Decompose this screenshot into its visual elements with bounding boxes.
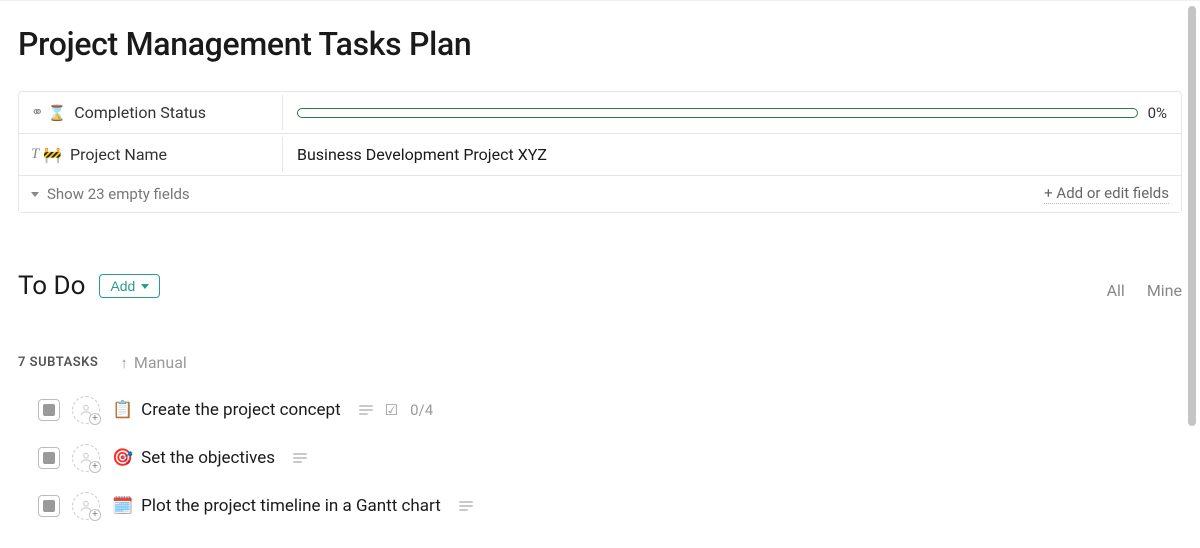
checkbox[interactable]: [38, 495, 60, 517]
progress-bar: [297, 108, 1138, 118]
assignee-placeholder[interactable]: +: [72, 396, 100, 424]
add-or-edit-fields[interactable]: + Add or edit fields: [1044, 184, 1169, 204]
property-value-project-name[interactable]: Business Development Project XYZ: [283, 137, 1181, 172]
chevron-down-icon: [141, 284, 149, 289]
description-icon: [293, 453, 307, 463]
subtasks-count: 7 SUBTASKS: [18, 355, 98, 370]
calendar-icon: 🗓️: [112, 496, 133, 516]
task-label: 🎯 Set the objectives: [112, 448, 275, 468]
task-row[interactable]: + 🗓️ Plot the project timeline in a Gant…: [18, 492, 1182, 520]
filter-mine[interactable]: Mine: [1147, 281, 1182, 300]
description-icon: [459, 501, 473, 511]
properties-footer: Show 23 empty fields + Add or edit field…: [19, 176, 1181, 212]
description-icon: [359, 405, 373, 415]
task-row[interactable]: + 📋 Create the project concept ☑ 0/4: [18, 396, 1182, 424]
task-row[interactable]: + 🎯 Set the objectives: [18, 444, 1182, 472]
assignee-placeholder[interactable]: +: [72, 444, 100, 472]
checkbox[interactable]: [38, 447, 60, 469]
property-row-completion: ⚭ ⌛ Completion Status 0%: [19, 92, 1181, 134]
plus-icon: +: [89, 509, 101, 521]
project-name-text: Business Development Project XYZ: [297, 145, 547, 164]
show-empty-fields-toggle[interactable]: Show 23 empty fields: [31, 185, 190, 203]
rollup-field-icon: ⚭: [31, 103, 44, 122]
property-row-project-name: T 🚧 Project Name Business Development Pr…: [19, 134, 1181, 176]
hourglass-icon: ⌛: [48, 104, 67, 122]
construction-icon: 🚧: [43, 146, 62, 164]
page-title: Project Management Tasks Plan: [18, 25, 1182, 63]
checklist-icon: ☑: [385, 401, 398, 419]
progress-percent: 0%: [1148, 104, 1167, 122]
property-label: Project Name: [70, 145, 167, 164]
property-key-project-name[interactable]: T 🚧 Project Name: [19, 137, 283, 172]
property-key-completion[interactable]: ⚭ ⌛ Completion Status: [19, 95, 283, 130]
clipboard-icon: 📋: [112, 400, 133, 420]
property-label: Completion Status: [74, 103, 206, 122]
scrollbar-thumb[interactable]: [1188, 6, 1196, 426]
plus-icon: +: [89, 461, 101, 473]
scrollbar[interactable]: [1188, 6, 1196, 514]
property-value-completion[interactable]: 0%: [283, 96, 1181, 130]
plus-icon: +: [89, 413, 101, 425]
checkbox[interactable]: [38, 399, 60, 421]
filter-all[interactable]: All: [1107, 281, 1125, 300]
section-title-todo: To Do: [18, 271, 85, 301]
chevron-down-icon: [31, 192, 39, 197]
checklist-count: 0/4: [410, 401, 433, 419]
sort-control[interactable]: ↑ Manual: [120, 353, 186, 372]
task-label: 🗓️ Plot the project timeline in a Gantt …: [112, 496, 441, 516]
target-icon: 🎯: [112, 448, 133, 468]
properties-table: ⚭ ⌛ Completion Status 0% T 🚧 Project Nam…: [18, 91, 1182, 213]
text-field-icon: T: [31, 146, 39, 163]
add-button[interactable]: Add: [99, 274, 160, 298]
arrow-up-icon: ↑: [120, 354, 128, 372]
task-list: + 📋 Create the project concept ☑ 0/4 + 🎯…: [18, 396, 1182, 520]
assignee-placeholder[interactable]: +: [72, 492, 100, 520]
task-label: 📋 Create the project concept: [112, 400, 341, 420]
